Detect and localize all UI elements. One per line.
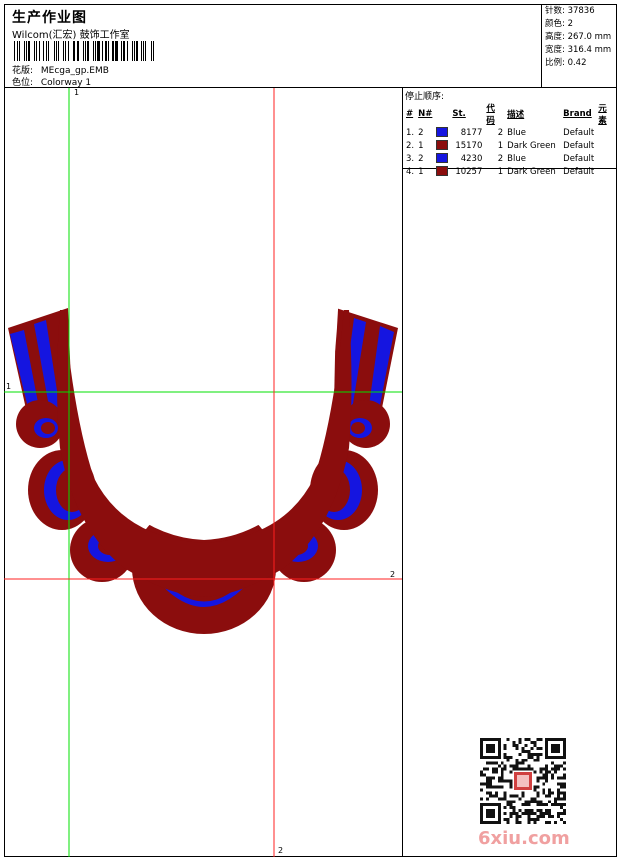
stop-table-header: # N# St. 代码 描述 Brand 元素 bbox=[404, 102, 617, 126]
stat-width: 宽度: 316.4 mm bbox=[545, 45, 612, 55]
stop-element bbox=[596, 139, 617, 152]
stop-element bbox=[596, 165, 617, 178]
stop-row: 3. 2 4230 2 Blue Default bbox=[404, 152, 617, 165]
col-needle: N# bbox=[418, 109, 433, 119]
stop-code: 2 bbox=[497, 127, 504, 138]
col-element: 元素 bbox=[598, 104, 607, 126]
guide-red-v-label: 2 bbox=[278, 846, 284, 855]
guide-red-h-label: 2 bbox=[390, 570, 396, 579]
stat-scale: 比例: 0.42 bbox=[545, 58, 587, 68]
stop-index: 4. bbox=[406, 166, 415, 177]
stop-swatch bbox=[434, 152, 450, 165]
colorway-row: 色位: Colorway 1 bbox=[12, 75, 91, 88]
stop-index: 3. bbox=[406, 153, 415, 164]
stop-needle: 1 bbox=[418, 140, 424, 151]
barcode bbox=[14, 41, 156, 61]
colorway-label: 色位: bbox=[12, 78, 34, 88]
page-title: 生产作业图 bbox=[12, 10, 87, 26]
stop-stitches: 10257 bbox=[455, 166, 483, 177]
colorway-value: Colorway 1 bbox=[40, 78, 92, 88]
guide-green-v-label: 1 bbox=[74, 88, 80, 97]
stat-stitches: 针数: 37836 bbox=[545, 6, 595, 16]
neckline bbox=[70, 288, 338, 540]
guide-green-h-label: 1 bbox=[6, 382, 12, 391]
stop-row: 1. 2 8177 2 Blue Default bbox=[404, 126, 617, 139]
col-stitches: St. bbox=[452, 109, 466, 119]
stop-code: 1 bbox=[497, 140, 504, 151]
left-lobe-top-inner bbox=[41, 422, 55, 434]
stop-row: 4. 1 10257 1 Dark Green Default bbox=[404, 165, 617, 178]
stop-element bbox=[596, 152, 617, 165]
stop-desc: Blue bbox=[507, 127, 526, 138]
stop-sequence-table: # N# St. 代码 描述 Brand 元素 1. 2 8177 2 Blue Defa… bbox=[404, 102, 617, 178]
stop-swatch bbox=[434, 165, 450, 178]
stats-panel: 针数: 37836 颜色: 2 高度: 267.0 mm 宽度: 316.4 m… bbox=[541, 4, 617, 88]
stop-brand: Default bbox=[563, 153, 595, 164]
watermark-logo: 6xiu.com bbox=[478, 828, 570, 849]
col-desc: 描述 bbox=[507, 110, 525, 120]
stat-colors: 颜色: 2 bbox=[545, 19, 573, 29]
stop-desc: Dark Green bbox=[507, 166, 556, 177]
stop-stitches: 4230 bbox=[460, 153, 483, 164]
stop-brand: Default bbox=[563, 166, 595, 177]
stop-code: 1 bbox=[497, 166, 504, 177]
studio-subtitle: Wilcom(汇宏) 鼓饰工作室 bbox=[12, 30, 130, 41]
stop-needle: 1 bbox=[418, 166, 424, 177]
col-brand: Brand bbox=[563, 109, 592, 119]
stop-row: 2. 1 15170 1 Dark Green Default bbox=[404, 139, 617, 152]
design-canvas: 1 1 2 2 bbox=[4, 88, 402, 857]
stop-code: 2 bbox=[497, 153, 504, 164]
color-swatch bbox=[436, 166, 449, 177]
stat-height: 高度: 267.0 mm bbox=[545, 32, 612, 42]
col-code: 代码 bbox=[486, 104, 495, 126]
qr-code bbox=[480, 738, 566, 824]
stop-swatch bbox=[434, 139, 450, 152]
stop-swatch bbox=[434, 126, 450, 139]
header: 生产作业图 Wilcom(汇宏) 鼓饰工作室 花版: MEcga_gp.EMB … bbox=[4, 4, 617, 88]
color-swatch bbox=[436, 153, 449, 164]
stop-sequence-box: 停止顺序: # N# St. 代码 描述 Brand 元素 1. 2 8177 2 Bl… bbox=[403, 88, 617, 177]
stop-index: 1. bbox=[406, 127, 415, 138]
stop-brand: Default bbox=[563, 140, 595, 151]
stop-element bbox=[596, 126, 617, 139]
color-swatch bbox=[436, 140, 449, 151]
stop-desc: Dark Green bbox=[507, 140, 556, 151]
collar-design bbox=[8, 288, 398, 634]
stop-index: 2. bbox=[406, 140, 415, 151]
embroidery-preview bbox=[4, 88, 402, 857]
stop-sequence-title: 停止顺序: bbox=[405, 92, 445, 102]
stop-stitches: 8177 bbox=[460, 127, 483, 138]
right-lobe-top-inner bbox=[351, 422, 365, 434]
col-index: # bbox=[406, 109, 414, 119]
stop-desc: Blue bbox=[507, 153, 526, 164]
stop-needle: 2 bbox=[418, 153, 424, 164]
color-swatch bbox=[436, 127, 449, 138]
col-swatch bbox=[434, 102, 450, 126]
stop-needle: 2 bbox=[418, 127, 424, 138]
stop-stitches: 15170 bbox=[455, 140, 483, 151]
stop-brand: Default bbox=[563, 127, 595, 138]
